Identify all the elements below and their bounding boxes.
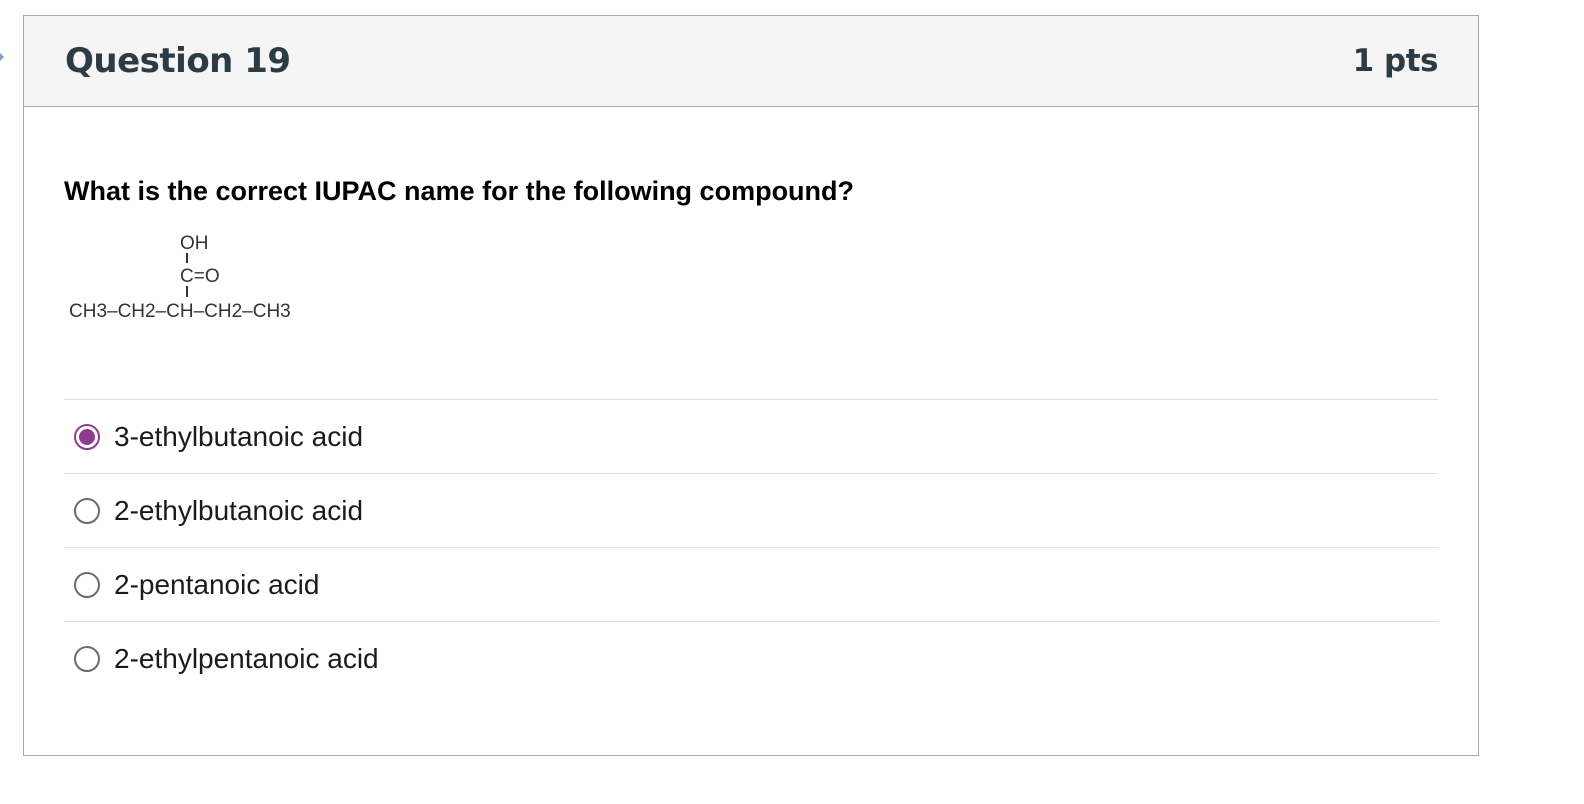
- structure-oh-label: OH: [180, 233, 209, 254]
- answer-label: 2-ethylbutanoic acid: [114, 494, 364, 526]
- structure-co-label: C=O: [180, 266, 220, 287]
- chemical-structure-diagram: OH C=O CH3–CH2–CH–CH2–CH3: [69, 233, 291, 322]
- chevron-right-icon: [0, 52, 4, 62]
- answer-option-3[interactable]: 2-pentanoic acid: [64, 547, 1438, 621]
- question-header: Question 19 1 pts: [24, 16, 1478, 107]
- answer-option-4[interactable]: 2-ethylpentanoic acid: [64, 621, 1438, 695]
- radio-unselected-icon[interactable]: [74, 645, 100, 672]
- answer-option-2[interactable]: 2-ethylbutanoic acid: [64, 473, 1438, 547]
- question-title: Question 19: [65, 41, 291, 81]
- answer-list: 3-ethylbutanoic acid 2-ethylbutanoic aci…: [64, 399, 1438, 695]
- structure-chain-label: CH3–CH2–CH–CH2–CH3: [69, 301, 291, 322]
- question-card: Question 19 1 pts What is the correct IU…: [23, 15, 1479, 756]
- quiz-page: Question 19 1 pts What is the correct IU…: [0, 0, 1584, 804]
- question-body: What is the correct IUPAC name for the f…: [24, 175, 1478, 695]
- answer-label: 3-ethylbutanoic acid: [114, 420, 364, 452]
- answer-option-1[interactable]: 3-ethylbutanoic acid: [64, 399, 1438, 473]
- chemical-structure: OH C=O CH3–CH2–CH–CH2–CH3: [67, 229, 337, 329]
- question-points: 1 pts: [1352, 43, 1439, 79]
- answer-label: 2-ethylpentanoic acid: [114, 642, 379, 674]
- radio-selected-icon[interactable]: [74, 423, 100, 450]
- radio-unselected-icon[interactable]: [74, 571, 100, 598]
- radio-unselected-icon[interactable]: [74, 497, 100, 524]
- answer-label: 2-pentanoic acid: [114, 568, 320, 600]
- question-text: What is the correct IUPAC name for the f…: [64, 176, 855, 206]
